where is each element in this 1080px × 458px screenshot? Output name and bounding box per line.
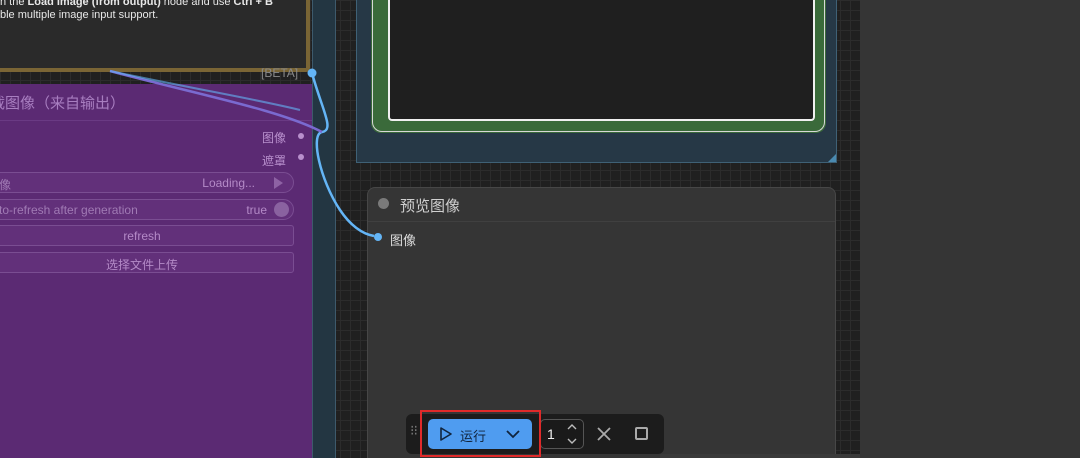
link-wires xyxy=(109,68,375,238)
decrement-icon[interactable] xyxy=(567,438,577,445)
stop-icon[interactable] xyxy=(635,427,648,440)
drag-handle-icon[interactable]: ⁝⁝ xyxy=(410,423,420,442)
link-wire-to-preview xyxy=(310,72,375,238)
right-side-panel xyxy=(860,0,1080,458)
link-wire-purple xyxy=(109,69,323,134)
workflow-canvas[interactable]: n the Load Image (from output) node and … xyxy=(0,0,860,458)
link-endpoint-dot xyxy=(307,68,317,78)
increment-icon[interactable] xyxy=(567,423,577,430)
close-icon[interactable] xyxy=(596,426,612,442)
bottom-strip xyxy=(660,454,860,458)
batch-count-value: 1 xyxy=(547,426,555,442)
link-wire-top xyxy=(109,70,301,111)
highlight-box xyxy=(420,410,541,457)
batch-count-input[interactable]: 1 xyxy=(540,419,584,449)
